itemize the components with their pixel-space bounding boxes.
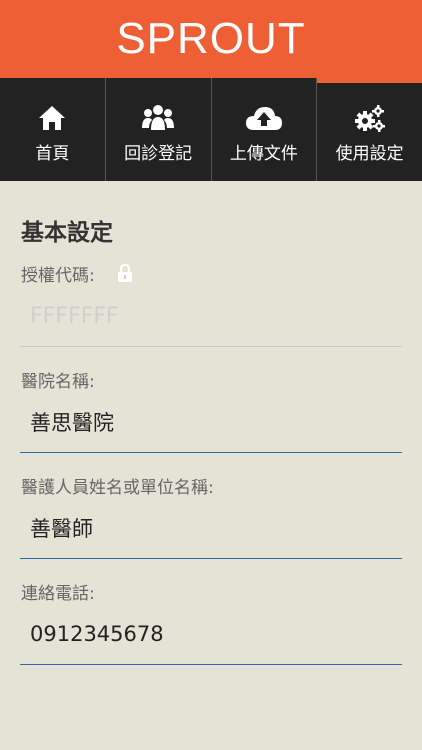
tab-followup[interactable]: 回診登記 xyxy=(106,78,212,181)
hospital-name-label: 醫院名稱: xyxy=(21,372,95,392)
section-title: 基本設定 xyxy=(21,220,113,246)
tab-home[interactable]: 首頁 xyxy=(0,78,106,181)
phone-input[interactable]: 0912345678 xyxy=(20,604,402,665)
tab-home-label: 首頁 xyxy=(35,144,70,164)
tab-upload[interactable]: 上傳文件 xyxy=(212,78,318,181)
cloud-upload-icon xyxy=(245,101,283,135)
lock-icon xyxy=(117,264,133,283)
tab-upload-label: 上傳文件 xyxy=(229,144,298,164)
auth-code-label-row: 授權代碼: xyxy=(21,261,402,286)
home-icon xyxy=(37,101,67,135)
app-header: SPROUT xyxy=(0,0,422,78)
auth-code-field: FFFFFFF xyxy=(20,286,402,347)
settings-form: 基本設定 授權代碼: FFFFFFF 醫院名稱: 善思醫院 醫護人員姓名或單位名… xyxy=(0,181,422,665)
tab-bar: 首頁 回診登記 上傳文件 使用設定 xyxy=(0,78,422,181)
staff-name-input[interactable]: 善醫師 xyxy=(20,498,402,559)
tab-followup-label: 回診登記 xyxy=(124,144,193,164)
phone-label: 連絡電話: xyxy=(21,584,95,604)
gears-icon xyxy=(354,101,386,135)
auth-code-label: 授權代碼: xyxy=(21,266,95,286)
app-title: SPROUT xyxy=(116,14,306,63)
staff-name-label: 醫護人員姓名或單位名稱: xyxy=(21,478,214,498)
tab-settings[interactable]: 使用設定 xyxy=(317,78,422,181)
hospital-name-input[interactable]: 善思醫院 xyxy=(20,392,402,453)
users-icon xyxy=(141,101,175,135)
tab-settings-label: 使用設定 xyxy=(335,144,404,164)
